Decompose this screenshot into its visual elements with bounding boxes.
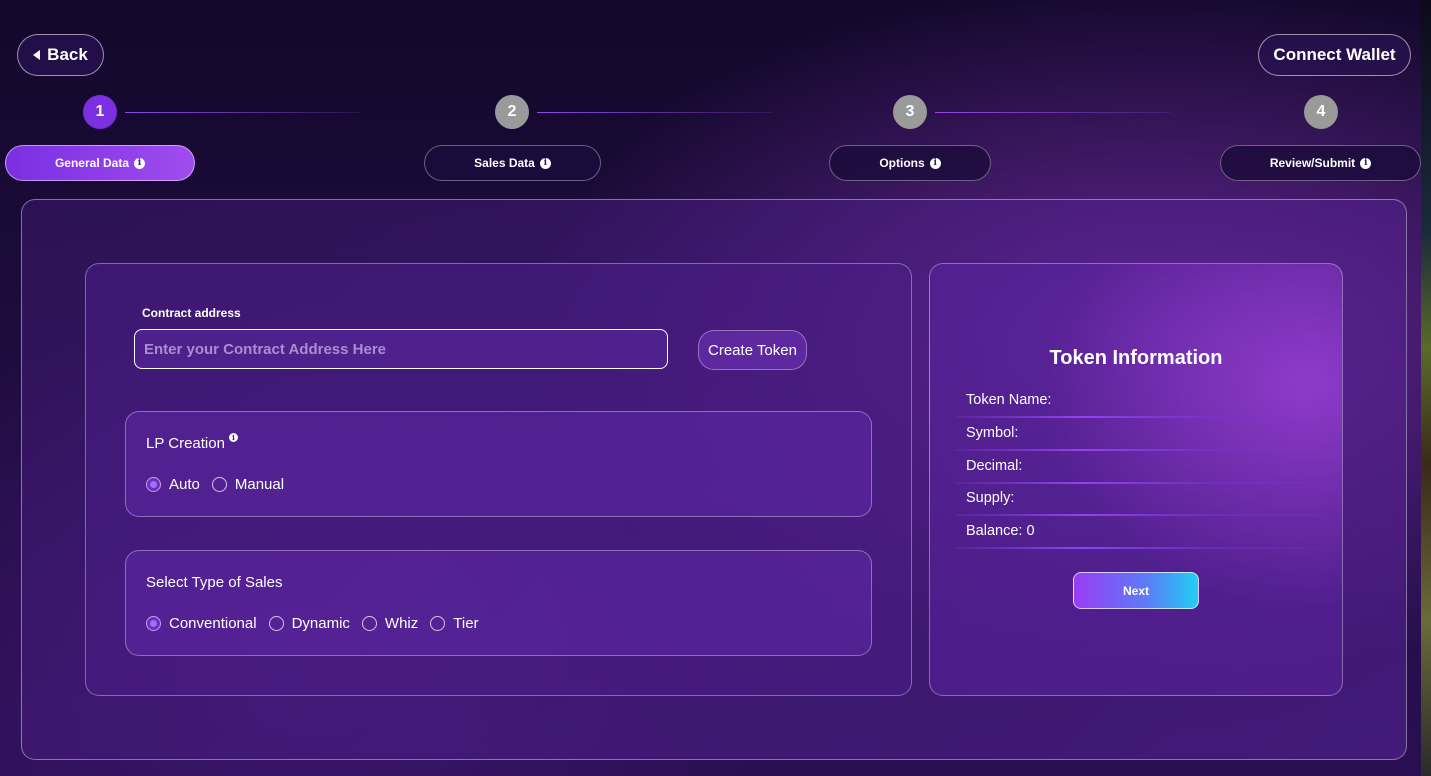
- tab-options-label: Options: [879, 156, 925, 170]
- back-button[interactable]: Back: [17, 34, 104, 76]
- sales-option-whiz[interactable]: Whiz: [361, 615, 419, 632]
- sales-type-title: Select Type of Sales: [146, 574, 283, 591]
- background-edge: [1421, 0, 1431, 776]
- contract-address-input[interactable]: [134, 329, 668, 369]
- tab-review-submit-label: Review/Submit: [1269, 156, 1356, 170]
- divider: [955, 449, 1320, 451]
- radio-checked-icon[interactable]: [146, 477, 161, 492]
- lp-creation-title: LP Creation: [146, 435, 225, 452]
- step-connector: [935, 112, 1170, 113]
- lp-creation-card: LP Creation i Auto Manual: [125, 411, 872, 517]
- lp-option-manual-label: Manual: [234, 476, 285, 493]
- sales-option-whiz-label: Whiz: [384, 615, 419, 632]
- sales-type-options: Conventional Dynamic Whiz Tier: [146, 615, 491, 632]
- radio-icon[interactable]: [268, 616, 284, 631]
- tab-general-data[interactable]: General Data i: [5, 145, 195, 181]
- tab-review-submit[interactable]: Review/Submit i: [1220, 145, 1421, 181]
- lp-creation-heading: LP Creation i: [146, 433, 238, 452]
- sales-option-dynamic[interactable]: Dynamic: [268, 615, 350, 632]
- divider: [955, 547, 1320, 549]
- info-icon[interactable]: i: [539, 157, 551, 169]
- tab-sales-data[interactable]: Sales Data i: [424, 145, 601, 181]
- step-connector: [537, 112, 772, 113]
- sales-type-heading: Select Type of Sales: [146, 574, 282, 591]
- token-name-row: Token Name:: [966, 392, 1052, 408]
- lp-option-manual[interactable]: Manual: [211, 476, 285, 493]
- sales-type-card: Select Type of Sales Conventional Dynami…: [125, 550, 872, 656]
- divider: [955, 416, 1320, 418]
- connect-wallet-label: Connect Wallet: [1273, 45, 1396, 64]
- sales-option-conventional-label: Conventional: [169, 615, 257, 632]
- info-icon[interactable]: i: [1360, 157, 1372, 169]
- divider: [955, 482, 1320, 484]
- lp-creation-options: Auto Manual: [146, 476, 296, 493]
- step-2-number: 2: [495, 95, 529, 129]
- info-icon[interactable]: i: [228, 433, 238, 442]
- step-3-number: 3: [893, 95, 927, 129]
- lp-option-auto-label: Auto: [169, 476, 200, 493]
- sales-option-dynamic-label: Dynamic: [291, 615, 350, 632]
- sales-option-tier-label: Tier: [453, 615, 479, 632]
- info-icon[interactable]: i: [929, 157, 941, 169]
- triangle-left-icon: [33, 50, 41, 60]
- divider: [955, 514, 1320, 516]
- radio-icon[interactable]: [211, 477, 227, 492]
- tab-sales-data-label: Sales Data: [474, 156, 535, 170]
- next-button[interactable]: Next: [1073, 572, 1199, 609]
- tab-general-data-label: General Data: [54, 156, 130, 170]
- info-icon[interactable]: i: [134, 157, 146, 169]
- connect-wallet-button[interactable]: Connect Wallet: [1258, 34, 1411, 76]
- supply-row: Supply:: [966, 490, 1015, 506]
- token-information-title: Token Information: [1049, 347, 1223, 369]
- step-1-number: 1: [83, 95, 117, 129]
- sales-option-conventional[interactable]: Conventional: [146, 615, 257, 632]
- step-connector: [125, 112, 360, 113]
- lp-option-auto[interactable]: Auto: [146, 476, 200, 493]
- radio-icon[interactable]: [430, 616, 446, 631]
- token-information-card: [929, 263, 1343, 696]
- contract-address-label: Contract address: [142, 306, 241, 320]
- decimal-row: Decimal:: [966, 458, 1023, 474]
- radio-icon[interactable]: [361, 616, 377, 631]
- create-token-button[interactable]: Create Token: [698, 330, 807, 370]
- sales-option-tier[interactable]: Tier: [430, 615, 479, 632]
- symbol-row: Symbol:: [966, 425, 1019, 441]
- step-4-number: 4: [1304, 95, 1338, 129]
- balance-row: Balance: 0: [966, 523, 1035, 539]
- tab-options[interactable]: Options i: [829, 145, 991, 181]
- radio-checked-icon[interactable]: [146, 616, 161, 631]
- back-label: Back: [47, 45, 88, 64]
